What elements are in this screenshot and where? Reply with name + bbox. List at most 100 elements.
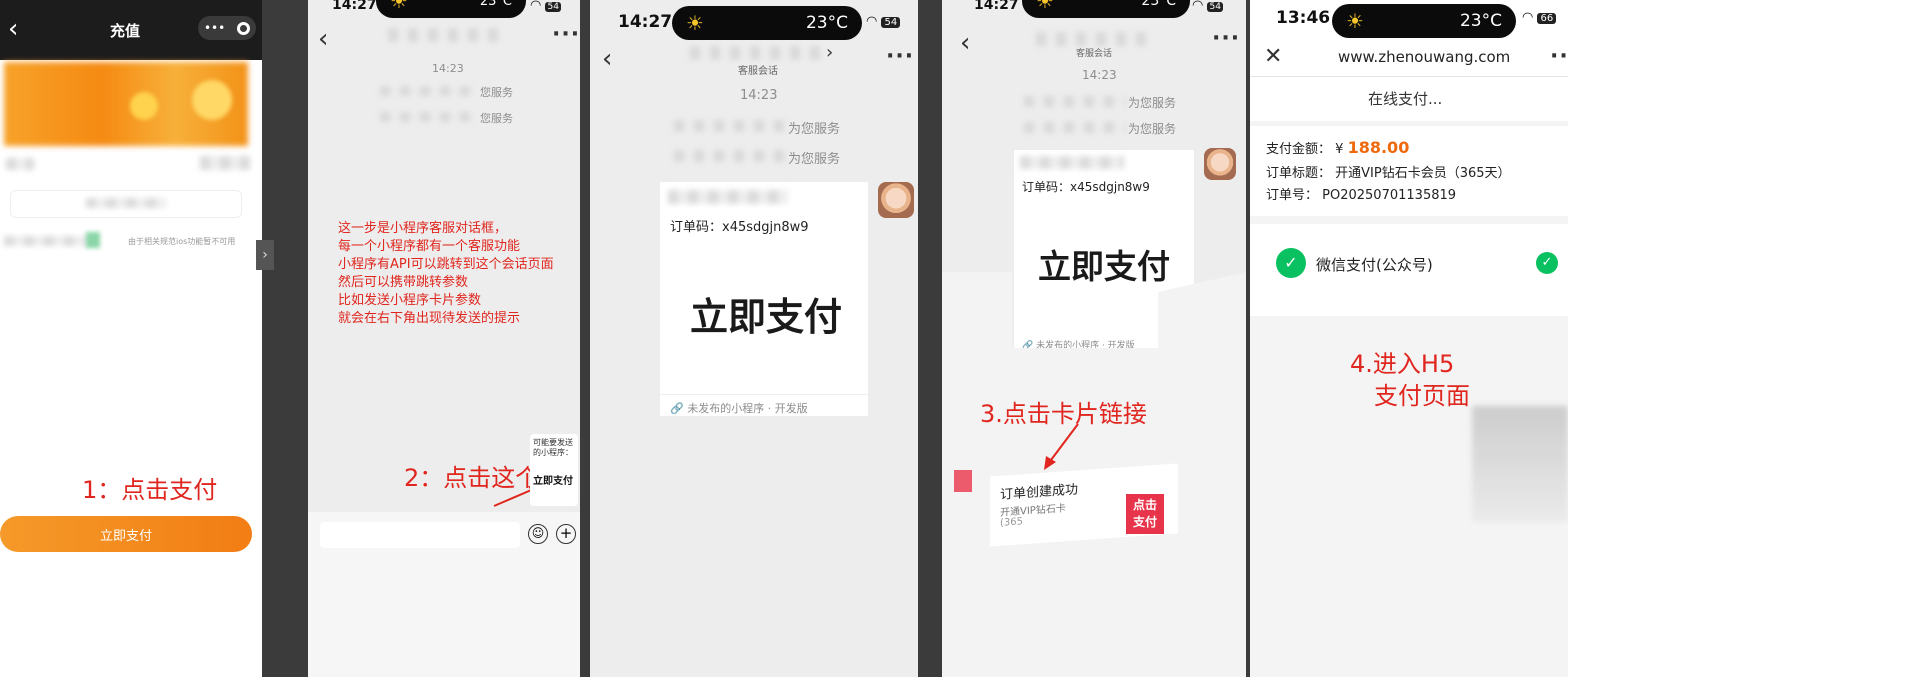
notification-pay-button[interactable]: 点击 支付 — [1126, 494, 1164, 534]
more-icon[interactable]: ··· — [1212, 26, 1240, 51]
expand-handle[interactable]: › — [256, 240, 274, 270]
blurred-card-header — [668, 190, 788, 204]
card-order-code: 订单码：x45sdgjn8w9 — [1022, 180, 1150, 194]
service-line: 您服务 — [480, 86, 513, 99]
card-pay-text: 立即支付 — [1038, 247, 1170, 286]
battery-level: 54 — [1207, 2, 1223, 12]
blurred-chat-title — [388, 28, 498, 42]
dynamic-island: ☀ 23°C — [1022, 0, 1190, 18]
status-time: 14:27 — [974, 0, 1019, 13]
page-title: 在线支付... — [1368, 90, 1443, 108]
sun-icon: ☀ — [686, 11, 704, 35]
panel-h5-payment: 13:46 ☀ 23°C ◠ 66 ✕ www.zhenouwang.com ·… — [1250, 0, 1568, 677]
red-fragment — [954, 470, 972, 492]
more-icon[interactable]: ··· — [1550, 44, 1568, 69]
battery-level: 54 — [881, 17, 901, 28]
sun-icon: ☀ — [1346, 9, 1364, 33]
blurred-service-name — [1024, 122, 1126, 133]
panel-divider — [918, 0, 942, 677]
step-1-label: 1：点击支付 — [82, 476, 218, 504]
chat-timestamp: 14:23 — [1082, 68, 1117, 82]
send-hint-title: 可能要发送的小程序： — [533, 438, 573, 457]
blurred-row — [6, 158, 34, 170]
chat-timestamp: 14:23 — [432, 62, 464, 75]
mini-program-card[interactable]: 订单码：x45sdgjn8w9 立即支付 🔗 未发布的小程序 · 开发版 — [660, 182, 868, 416]
screenshot-stage: ‹ 充值 ••• 由于相关规范ios功能暂不可用 1：点击支付 立即支付 › 1… — [0, 0, 1913, 677]
dynamic-island: ☀ 23°C — [672, 6, 862, 40]
back-icon[interactable]: ‹ — [8, 14, 18, 44]
order-no-row: 订单号： PO20250701135819 — [1266, 184, 1456, 203]
panel-chat-card: 14:27 ☀ 23°C ◠ 54 ‹ › 客服会话 ··· 14:23 为您服… — [590, 0, 918, 677]
order-no-label: 订单号： — [1266, 188, 1319, 203]
card-divider — [660, 394, 868, 395]
wifi-battery-status: ◠ 66 — [1522, 10, 1557, 25]
status-time: 13:46 — [1276, 8, 1331, 28]
annotation-line: 每一个小程序都有一个客服功能 — [338, 239, 521, 254]
user-avatar[interactable] — [878, 182, 914, 218]
order-title-row: 订单标题： 开通VIP钻石卡会员（365天） — [1266, 162, 1511, 181]
weather-temp: 23°C — [479, 0, 512, 9]
panel-chat-hint: 14:27 ☀ 23°C ◠ 54 ‹ ··· 14:23 您服务 您服务 这一… — [308, 0, 580, 677]
status-time: 14:27 — [332, 0, 377, 13]
service-line: 为您服务 — [1128, 122, 1177, 136]
link-icon: 🔗 — [670, 402, 684, 415]
close-icon[interactable]: ✕ — [1264, 44, 1282, 69]
panel-divider — [262, 0, 308, 677]
more-icon[interactable]: ··· — [552, 22, 580, 47]
capsule-menu[interactable]: ••• — [198, 16, 256, 40]
back-icon[interactable]: ‹ — [960, 28, 970, 58]
emoji-icon[interactable]: ☺ — [528, 524, 548, 544]
weather-temp: 23°C — [805, 13, 848, 33]
pay-now-button[interactable]: 立即支付 — [0, 516, 252, 552]
title-chevron-icon[interactable]: › — [826, 42, 833, 63]
notification-pay-line: 支付 — [1132, 515, 1157, 529]
battery-level: 66 — [1537, 13, 1557, 24]
wechat-pay-icon: ✓ — [1276, 248, 1306, 278]
blurred-service-name — [674, 150, 786, 162]
wifi-icon: ◠ — [866, 14, 878, 29]
blurred-service-name — [380, 86, 476, 96]
user-avatar[interactable] — [1204, 148, 1236, 180]
service-line: 为您服务 — [788, 152, 841, 167]
amount-label: 支付金额： — [1266, 142, 1332, 157]
chat-timestamp: 14:23 — [740, 88, 778, 103]
back-icon[interactable]: ‹ — [318, 24, 328, 54]
plus-icon[interactable]: + — [556, 524, 576, 544]
blurred-thumbnail — [1472, 406, 1568, 522]
send-hint-popover[interactable]: 可能要发送的小程序： 立即支付 — [530, 434, 578, 506]
card-pay-text: 立即支付 — [690, 295, 843, 339]
more-icon[interactable]: ··· — [886, 44, 914, 69]
payment-method-row[interactable]: ✓ 微信支付(公众号) ✓ — [1250, 224, 1568, 316]
chat-subtitle: 客服会话 — [1076, 49, 1113, 59]
annotation-line: 小程序有API可以跳转到这个会话页面 — [338, 257, 554, 272]
order-no-value: PO20250701135819 — [1322, 188, 1457, 203]
step-3-arrow — [1044, 423, 1079, 470]
sun-icon: ☀ — [390, 0, 408, 13]
page-url: www.zhenouwang.com — [1338, 48, 1511, 66]
notification-title: 订单创建成功 — [1000, 482, 1079, 503]
weather-temp: 23°C — [1141, 0, 1176, 9]
annotation-line: 就会在右下角出现待发送的提示 — [338, 311, 521, 326]
blurred-service-name — [1024, 96, 1126, 107]
wifi-battery-status: ◠ 54 — [866, 14, 901, 29]
wifi-battery-status: ◠ 54 — [530, 0, 561, 13]
tip-green-dot — [86, 232, 100, 248]
banner-coin-2 — [192, 80, 232, 120]
selected-check-icon[interactable]: ✓ — [1536, 252, 1558, 274]
order-title-label: 订单标题： — [1266, 166, 1332, 181]
weather-temp: 23°C — [1459, 11, 1502, 31]
close-circle-icon[interactable] — [237, 21, 251, 35]
back-icon[interactable]: ‹ — [602, 44, 612, 74]
service-line: 为您服务 — [1128, 96, 1177, 110]
notification-line: 开通VIP钻石卡 — [1000, 503, 1066, 519]
notification-pay-line: 点击 — [1132, 498, 1157, 512]
blurred-row — [200, 156, 250, 170]
page-title: 充值 — [110, 22, 141, 40]
wifi-battery-status: ◠ 54 — [1192, 0, 1223, 13]
message-input[interactable] — [320, 522, 520, 548]
sun-icon: ☀ — [1036, 0, 1054, 13]
more-dots-icon[interactable]: ••• — [204, 21, 225, 35]
service-line: 您服务 — [480, 112, 513, 125]
banner-coin-1 — [130, 92, 158, 120]
panel-divider — [580, 0, 590, 677]
